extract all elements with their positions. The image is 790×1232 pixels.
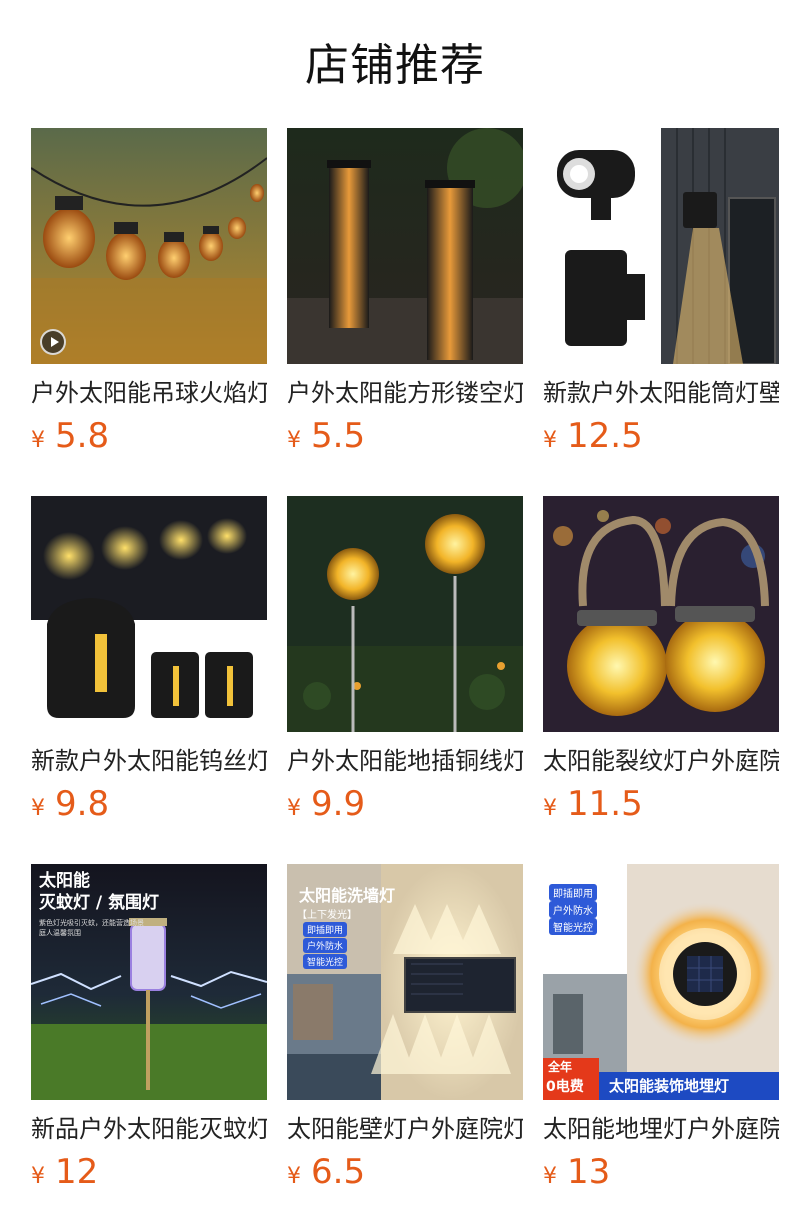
product-card[interactable]: 户外太阳能地插铜线灯 ¥ 9.9 [287, 496, 523, 864]
price-value: 5.8 [55, 416, 110, 456]
product-image[interactable] [543, 496, 779, 732]
currency-symbol: ¥ [31, 1164, 45, 1189]
recommend-page: 店铺推荐 户外太阳能吊球火焰灯 ¥ 5.8 户外太阳能方形镂空灯 ¥ 5.5 新… [0, 0, 790, 1232]
price-value: 12 [55, 1152, 99, 1192]
product-price: ¥ 12.5 [543, 416, 779, 456]
product-name: 太阳能壁灯户外庭院灯 [287, 1115, 523, 1143]
price-value: 13 [567, 1152, 611, 1192]
product-image[interactable] [31, 128, 267, 364]
product-image[interactable] [31, 496, 267, 732]
product-image[interactable] [287, 128, 523, 364]
currency-symbol: ¥ [543, 428, 557, 453]
currency-symbol: ¥ [287, 1164, 301, 1189]
product-image[interactable]: 太阳能洗墙灯 【上下发光】 即插即用 户外防水 智能光控 [287, 864, 523, 1100]
product-name: 户外太阳能方形镂空灯 [287, 379, 523, 407]
product-card[interactable]: 太阳能洗墙灯 【上下发光】 即插即用 户外防水 智能光控 太阳能壁灯户外庭院灯 … [287, 864, 523, 1232]
price-value: 11.5 [567, 784, 643, 824]
overlay-desc-2: 庭人温馨氛围 [39, 929, 81, 937]
currency-symbol: ¥ [31, 796, 45, 821]
product-card[interactable]: 即插即用 户外防水 智能光控 全年 0电费 太阳能装饰地埋灯 太阳能地埋灯户外庭… [543, 864, 779, 1232]
product-name: 新款户外太阳能筒灯壁灯 [543, 379, 779, 407]
product-name: 新款户外太阳能钨丝灯 [31, 747, 267, 775]
feature-tag: 即插即用 [549, 884, 597, 901]
feature-tag: 智能光控 [549, 918, 597, 935]
page-title: 店铺推荐 [305, 40, 485, 91]
product-image[interactable]: 即插即用 户外防水 智能光控 全年 0电费 太阳能装饰地埋灯 [543, 864, 779, 1100]
price-value: 6.5 [311, 1152, 366, 1192]
overlay-desc: 紫色灯光吸引灭蚊，还能营造场景 [39, 919, 144, 927]
product-card[interactable]: 户外太阳能吊球火焰灯 ¥ 5.8 [31, 128, 267, 496]
promo-year: 全年 [548, 1060, 573, 1074]
currency-symbol: ¥ [287, 428, 301, 453]
currency-symbol: ¥ [31, 428, 45, 453]
feature-tag: 智能光控 [303, 954, 348, 969]
product-price: ¥ 6.5 [287, 1152, 523, 1192]
product-card[interactable]: 新款户外太阳能筒灯壁灯 ¥ 12.5 [543, 128, 779, 496]
overlay-brand: 太阳能 [39, 871, 90, 891]
product-price: ¥ 9.8 [31, 784, 267, 824]
currency-symbol: ¥ [287, 796, 301, 821]
play-video-icon[interactable] [40, 329, 66, 355]
product-card[interactable]: 户外太阳能方形镂空灯 ¥ 5.5 [287, 128, 523, 496]
product-grid: 户外太阳能吊球火焰灯 ¥ 5.8 户外太阳能方形镂空灯 ¥ 5.5 新款户外太阳… [31, 128, 790, 1232]
price-value: 9.9 [311, 784, 366, 824]
product-price: ¥ 5.8 [31, 416, 267, 456]
overlay-subtitle: 【上下发光】 [297, 910, 357, 921]
overlay-headline: 灭蚊灯 / 氛围灯 [39, 893, 160, 913]
product-price: ¥ 9.9 [287, 784, 523, 824]
currency-symbol: ¥ [543, 1164, 557, 1189]
product-name: 太阳能地埋灯户外庭院 [543, 1115, 779, 1143]
feature-tag: 即插即用 [303, 922, 348, 937]
product-image[interactable]: 太阳能 灭蚊灯 / 氛围灯 紫色灯光吸引灭蚊，还能营造场景 庭人温馨氛围 [31, 864, 267, 1100]
product-image[interactable] [543, 128, 779, 364]
product-image[interactable] [287, 496, 523, 732]
overlay-title: 太阳能洗墙灯 [299, 886, 396, 905]
product-name: 户外太阳能地插铜线灯 [287, 747, 523, 775]
promo-banner: 太阳能装饰地埋灯 [609, 1077, 730, 1095]
product-name: 太阳能裂纹灯户外庭院 [543, 747, 779, 775]
currency-symbol: ¥ [543, 796, 557, 821]
product-price: ¥ 11.5 [543, 784, 779, 824]
product-name: 新品户外太阳能灭蚊灯 [31, 1115, 267, 1143]
price-value: 9.8 [55, 784, 110, 824]
product-price: ¥ 13 [543, 1152, 779, 1192]
product-card[interactable]: 新款户外太阳能钨丝灯 ¥ 9.8 [31, 496, 267, 864]
product-card[interactable]: 太阳能 灭蚊灯 / 氛围灯 紫色灯光吸引灭蚊，还能营造场景 庭人温馨氛围 新品户… [31, 864, 267, 1232]
promo-fee: 0电费 [546, 1079, 584, 1095]
product-card[interactable]: 太阳能裂纹灯户外庭院 ¥ 11.5 [543, 496, 779, 864]
price-value: 12.5 [567, 416, 643, 456]
price-value: 5.5 [311, 416, 366, 456]
product-name: 户外太阳能吊球火焰灯 [31, 379, 267, 407]
feature-tag: 户外防水 [303, 938, 348, 953]
product-price: ¥ 12 [31, 1152, 267, 1192]
feature-tag: 户外防水 [549, 901, 597, 918]
product-price: ¥ 5.5 [287, 416, 523, 456]
